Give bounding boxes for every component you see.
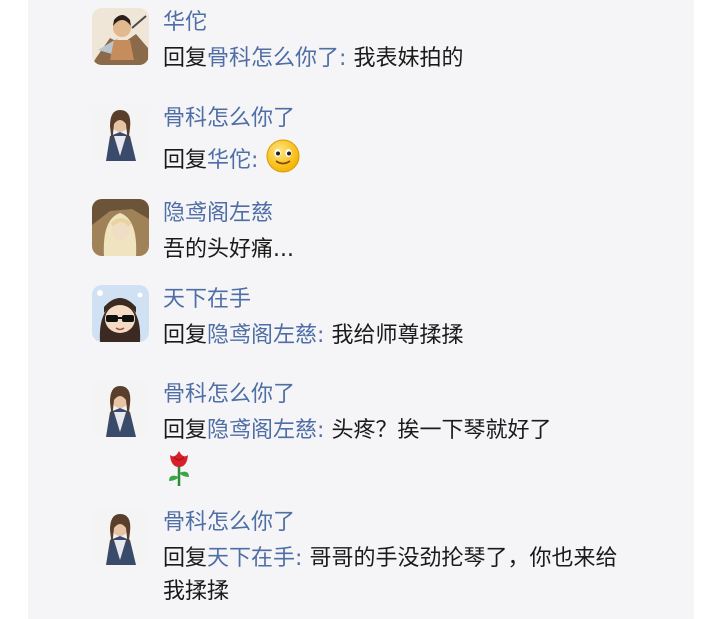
rose-emoji-icon	[163, 447, 195, 497]
comment-author[interactable]: 骨科怎么你了	[163, 104, 683, 134]
comment-body	[258, 148, 265, 173]
comment-body: 吾的头好痛...	[163, 237, 294, 262]
reply-prefix: 回复	[163, 148, 208, 173]
comment-text: 吾的头好痛...	[163, 233, 683, 266]
robed-man-avatar-icon[interactable]	[92, 380, 149, 437]
comment-text: 回复隐鸢阁左慈: 我给师尊揉揉	[163, 319, 683, 352]
reply-mention[interactable]: 骨科怎么你了	[207, 46, 339, 71]
reply-prefix: 回复	[163, 418, 208, 443]
comment-author[interactable]: 华佗	[163, 8, 683, 38]
robed-man-avatar-icon[interactable]	[92, 508, 149, 565]
reply-prefix: 回复	[163, 46, 208, 71]
smile-emoji-icon	[265, 138, 301, 184]
comment-body: 头疼？挨一下琴就好了	[324, 418, 552, 443]
comment-author[interactable]: 隐鸢阁左慈	[163, 199, 683, 229]
reply-mention[interactable]: 隐鸢阁左慈	[207, 418, 317, 443]
reply-mention[interactable]: 华佗	[207, 148, 251, 173]
robed-man-avatar-icon[interactable]	[92, 104, 149, 161]
blonde-sage-avatar-icon[interactable]	[92, 199, 149, 256]
comment-author[interactable]: 天下在手	[163, 285, 683, 315]
comment-author[interactable]: 骨科怎么你了	[163, 380, 683, 410]
reply-mention[interactable]: 隐鸢阁左慈	[207, 323, 317, 348]
comment-text: 回复华佗:	[163, 138, 683, 184]
comment-body: 我表妹拍的	[346, 46, 464, 71]
comment-text: 回复隐鸢阁左慈: 头疼？挨一下琴就好了	[163, 414, 683, 497]
comment-body: 我给师尊揉揉	[324, 323, 464, 348]
comment-text: 回复天下在手: 哥哥的手没劲抡琴了，你也来给我揉揉	[163, 542, 633, 608]
reply-prefix: 回复	[163, 323, 208, 348]
warrior-avatar-icon[interactable]	[92, 8, 149, 65]
comment-text: 回复骨科怎么你了: 我表妹拍的	[163, 42, 683, 75]
sunglasses-cartoon-avatar-icon[interactable]	[92, 285, 149, 342]
reply-mention[interactable]: 天下在手	[207, 546, 295, 571]
comment-author[interactable]: 骨科怎么你了	[163, 508, 633, 538]
reply-prefix: 回复	[163, 546, 208, 571]
